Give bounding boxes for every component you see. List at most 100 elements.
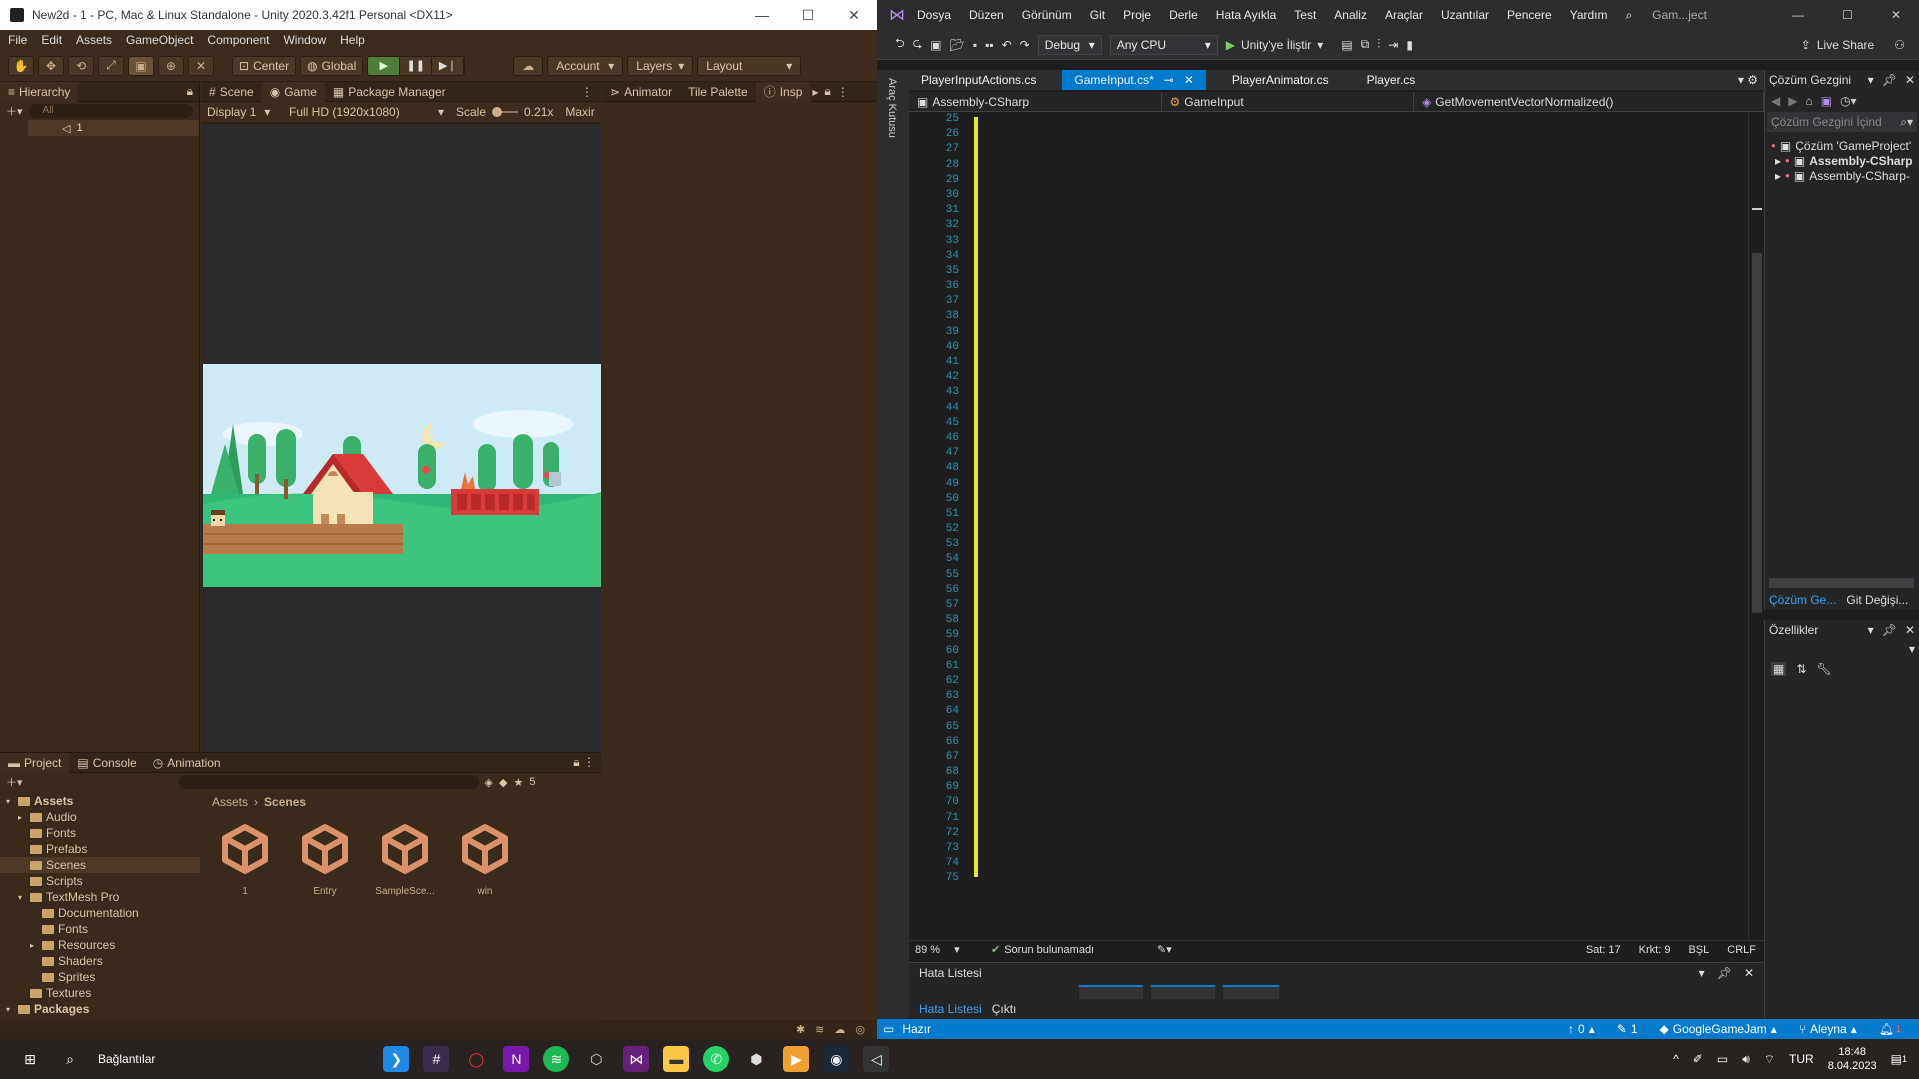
- menu-component[interactable]: Component: [207, 33, 269, 47]
- slack-icon[interactable]: #: [423, 1046, 450, 1072]
- forward-icon[interactable]: ⮎: [913, 34, 923, 55]
- media-player-icon[interactable]: ▶: [783, 1046, 810, 1072]
- chevron-icon[interactable]: ▾: [18, 893, 26, 902]
- config-dropdown[interactable]: Debug ▾: [1037, 34, 1102, 55]
- lock-icon[interactable]: 🔒︎ ⋮: [573, 755, 595, 770]
- project-tree-item[interactable]: Shaders: [0, 953, 200, 969]
- folder-icon[interactable]: ▤: [1341, 38, 1352, 52]
- vs-menu-item[interactable]: Uzantılar: [1441, 8, 1489, 22]
- project-tree-item[interactable]: Documentation: [0, 905, 200, 921]
- horizontal-scrollbar[interactable]: [1769, 578, 1914, 588]
- label-icon[interactable]: ◆: [499, 776, 507, 789]
- network-icon[interactable]: ▭: [1717, 1052, 1728, 1066]
- issues-indicator[interactable]: ✔ Sorun bulunamadı: [991, 943, 1151, 957]
- solution-tree-item[interactable]: ▸ ● ▣ Assembly-CSharp: [1765, 153, 1919, 168]
- cloud-off-icon[interactable]: ☁: [834, 1023, 845, 1036]
- wifi-icon[interactable]: ⌔: [1764, 1052, 1775, 1067]
- tab-animator[interactable]: ⋗ Animator: [602, 82, 680, 102]
- bug-icon[interactable]: ✱: [796, 1023, 805, 1036]
- menu-file[interactable]: File: [8, 33, 27, 47]
- notification-center-icon[interactable]: ▤ 1: [1891, 1052, 1907, 1066]
- spotify-icon[interactable]: ≋: [543, 1046, 570, 1072]
- vs-menu-item[interactable]: Git: [1090, 8, 1105, 22]
- scene-item[interactable]: ◁ 1: [28, 120, 199, 136]
- project-search-input[interactable]: [178, 775, 479, 789]
- project-tree-item[interactable]: ▾ Assets: [0, 793, 200, 809]
- changes-indicator[interactable]: ✎ 1: [1617, 1022, 1638, 1036]
- unity-hub-icon[interactable]: ⬡: [583, 1046, 609, 1072]
- screenshot-icon[interactable]: ⧉: [1361, 37, 1370, 52]
- move-tool-icon[interactable]: ✥: [38, 55, 64, 76]
- display-dropdown[interactable]: Display 1 ▾: [207, 105, 277, 119]
- vs-menu-item[interactable]: Derle: [1169, 8, 1198, 22]
- document-tab[interactable]: Player.cs: [1355, 70, 1428, 90]
- scale-tool-icon[interactable]: ⤢: [98, 55, 124, 76]
- attach-unity-button[interactable]: ▶ Unity'ye İliştir ▾: [1226, 38, 1324, 52]
- vs-menu-item[interactable]: Analiz: [1334, 8, 1367, 22]
- tab-git-changes[interactable]: Git Değişi...: [1846, 593, 1908, 607]
- error-filter-button[interactable]: [1079, 985, 1143, 999]
- project-tree-item[interactable]: Sprites: [0, 969, 200, 985]
- clock[interactable]: 18:48 8.04.2023: [1828, 1045, 1877, 1073]
- wrench-icon[interactable]: 🔧︎: [1816, 662, 1831, 676]
- categorized-icon[interactable]: ▦: [1771, 662, 1787, 676]
- bookmark-icon[interactable]: ▮: [1406, 38, 1413, 52]
- add-icon[interactable]: ＋▾: [6, 103, 23, 119]
- scene-asset[interactable]: Entry: [292, 821, 358, 897]
- scene-asset[interactable]: SampleSce...: [372, 821, 438, 897]
- scene-asset[interactable]: 1: [212, 821, 278, 897]
- check-icon[interactable]: ◎: [855, 1023, 865, 1036]
- project-tree-item[interactable]: ▸ Resources: [0, 937, 200, 953]
- chevron-icon[interactable]: ▾: [6, 797, 14, 806]
- filter-type-icon[interactable]: ◈: [485, 776, 493, 789]
- indent-icon[interactable]: ⇥: [1388, 38, 1398, 52]
- brush-icon[interactable]: ✎▾: [1157, 943, 1172, 956]
- history-icon[interactable]: ◷▾: [1840, 94, 1857, 108]
- chevron-right-icon[interactable]: ▸: [1775, 154, 1781, 168]
- close-icon[interactable]: ✕: [1184, 73, 1194, 87]
- unity-icon[interactable]: ⬢: [743, 1046, 769, 1072]
- pin-icon[interactable]: ⊸: [1164, 73, 1174, 87]
- project-tree-item[interactable]: Textures: [0, 985, 200, 1001]
- line-ending[interactable]: CRLF: [1727, 944, 1756, 956]
- scroll-thumb[interactable]: [1752, 253, 1762, 613]
- vs-menu-item[interactable]: Düzen: [969, 8, 1004, 22]
- nav-class-dropdown[interactable]: ⚙ GameInput: [1162, 92, 1415, 111]
- project-tree-item[interactable]: Scripts: [0, 873, 200, 889]
- layers-icon[interactable]: ≋: [815, 1023, 824, 1036]
- chevron-down-icon[interactable]: ▾: [1868, 73, 1874, 87]
- sort-az-icon[interactable]: ⇅: [1796, 662, 1806, 676]
- chevron-icon[interactable]: ▾: [6, 1005, 14, 1014]
- back-icon[interactable]: ◀: [1771, 94, 1780, 108]
- tab-error-list[interactable]: Hata Listesi: [919, 1002, 982, 1016]
- lock-icon[interactable]: 🔒︎: [187, 84, 193, 99]
- windows-start-icon[interactable]: ⊞: [10, 1046, 50, 1072]
- pivot-center-button[interactable]: ⊡ Center: [232, 55, 297, 76]
- tab-solution-explorer[interactable]: Çözüm Ge...: [1769, 593, 1836, 607]
- vs-menu-item[interactable]: Araçlar: [1385, 8, 1423, 22]
- save-icon[interactable]: ▪: [973, 38, 977, 52]
- minimize-icon[interactable]: —: [739, 7, 785, 24]
- new-item-icon[interactable]: ▣: [930, 38, 941, 52]
- tab-inspector[interactable]: ⓘ Insp: [755, 81, 811, 102]
- document-tab[interactable]: PlayerAnimator.cs: [1220, 70, 1341, 90]
- chevron-icon[interactable]: ▸: [18, 813, 26, 822]
- undo-icon[interactable]: ↶: [1002, 38, 1012, 52]
- align-icon[interactable]: ⫶: [1377, 37, 1380, 52]
- tab-console[interactable]: ▤ Console: [69, 753, 144, 773]
- close-icon[interactable]: ✕: [1905, 73, 1915, 87]
- vs-menu-item[interactable]: Dosya: [917, 8, 951, 22]
- project-tree-item[interactable]: Scenes: [0, 857, 200, 873]
- step-icon[interactable]: ▶❘: [432, 56, 465, 75]
- open-icon[interactable]: 📂︎: [950, 38, 965, 52]
- chevron-right-icon[interactable]: ▸: [812, 85, 818, 99]
- pen-icon[interactable]: ✐: [1693, 1052, 1703, 1066]
- rect-tool-icon[interactable]: ▣: [128, 55, 154, 76]
- vscode-icon[interactable]: ❯: [383, 1046, 410, 1072]
- maximize-icon[interactable]: ☐: [785, 7, 831, 24]
- project-tree-item[interactable]: Fonts: [0, 825, 200, 841]
- message-filter-button[interactable]: [1223, 985, 1279, 999]
- chevron-up-icon[interactable]: ^: [1673, 1052, 1679, 1066]
- hidden-count[interactable]: 5: [529, 776, 535, 788]
- branch-selector[interactable]: ⑂ Aleyna ▴: [1799, 1022, 1857, 1036]
